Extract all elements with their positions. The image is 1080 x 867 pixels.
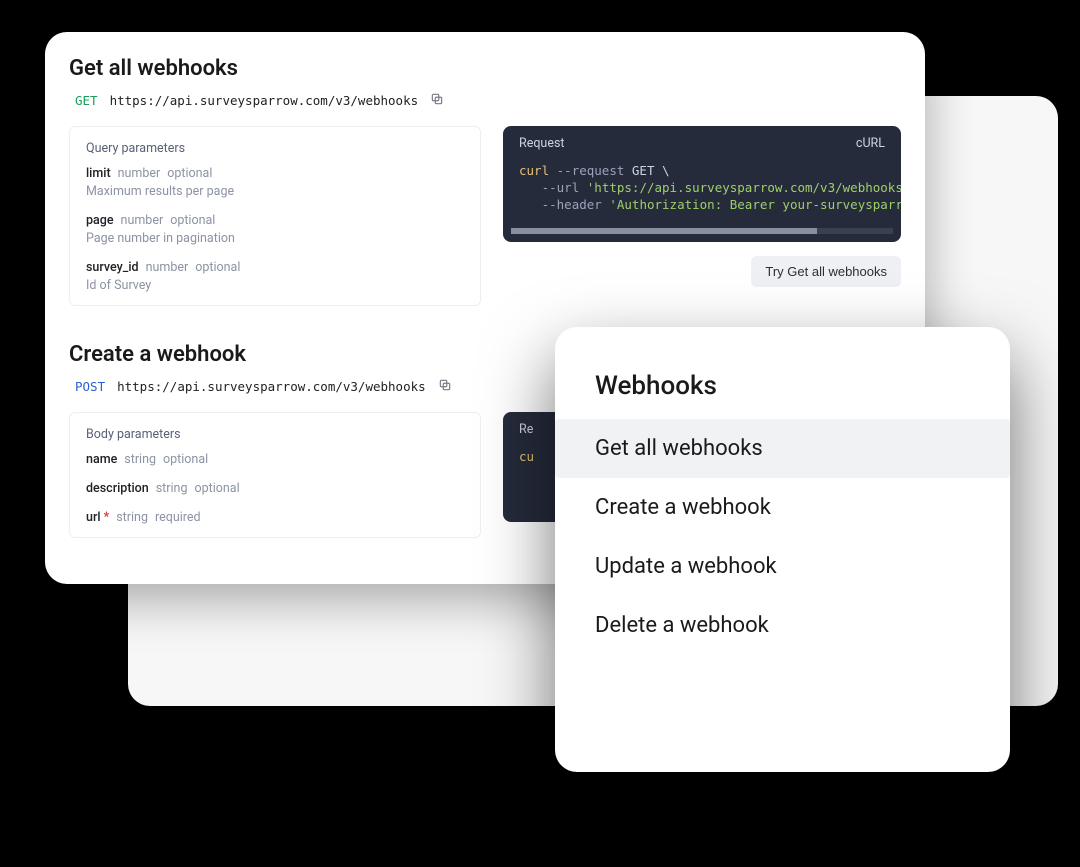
- param-name: name string optional: [86, 452, 464, 467]
- copy-icon[interactable]: [430, 91, 444, 110]
- param-required: required: [155, 510, 201, 525]
- try-endpoint-button[interactable]: Try Get all webhooks: [751, 256, 901, 287]
- code-token: GET \: [632, 163, 670, 178]
- code-token: --header: [542, 197, 602, 212]
- param-limit: limit number optional Maximum results pe…: [86, 166, 464, 199]
- param-required: optional: [163, 452, 208, 467]
- http-method-badge: GET: [75, 93, 98, 108]
- param-name: page: [86, 213, 114, 228]
- param-type: number: [118, 166, 161, 181]
- code-body: curl --request GET \ --url 'https: [503, 163, 901, 228]
- request-label: Request: [519, 136, 565, 151]
- param-type: string: [124, 452, 156, 467]
- section-get-all-webhooks: Get all webhooks GET https://api.surveys…: [69, 56, 901, 306]
- endpoint-url: https://api.surveysparrow.com/v3/webhook…: [110, 93, 419, 108]
- param-name: description: [86, 481, 149, 496]
- copy-icon[interactable]: [438, 377, 452, 396]
- request-language[interactable]: cURL: [856, 136, 885, 151]
- params-title: Body parameters: [86, 427, 464, 442]
- param-type: number: [146, 260, 189, 275]
- nav-card: Webhooks Get all webhooks Create a webho…: [555, 327, 1010, 772]
- param-required: optional: [167, 166, 212, 181]
- code-token: curl: [519, 163, 549, 178]
- param-survey-id: survey_id number optional Id of Survey: [86, 260, 464, 293]
- section-title: Get all webhooks: [69, 56, 901, 81]
- param-required: optional: [195, 260, 240, 275]
- required-asterisk-icon: *: [104, 510, 110, 525]
- param-name: survey_id: [86, 260, 139, 275]
- endpoint-row: GET https://api.surveysparrow.com/v3/web…: [75, 91, 901, 110]
- request-code-box: Request cURL curl --request GET \: [503, 126, 901, 242]
- nav-heading: Webhooks: [555, 371, 1010, 419]
- query-parameters-box: Query parameters limit number optional M…: [69, 126, 481, 306]
- param-name: limit: [86, 166, 111, 181]
- endpoint-url: https://api.surveysparrow.com/v3/webhook…: [117, 379, 426, 394]
- param-description: Maximum results per page: [86, 184, 464, 199]
- nav-item-get-all-webhooks[interactable]: Get all webhooks: [555, 419, 1010, 478]
- param-required: optional: [170, 213, 215, 228]
- horizontal-scrollbar[interactable]: [511, 228, 893, 234]
- param-type: string: [116, 510, 148, 525]
- param-name: url *: [86, 510, 109, 525]
- params-title: Query parameters: [86, 141, 464, 156]
- http-method-badge: POST: [75, 379, 105, 394]
- code-token: --request: [557, 163, 625, 178]
- code-token: 'https://api.surveysparrow.com/v3/webhoo…: [587, 180, 901, 195]
- param-description: Id of Survey: [86, 278, 464, 293]
- code-token: 'Authorization: Bearer your-surveysparro…: [609, 197, 901, 212]
- body-parameters-box: Body parameters name string optional des…: [69, 412, 481, 538]
- nav-item-delete-webhook[interactable]: Delete a webhook: [555, 596, 1010, 655]
- param-page: page number optional Page number in pagi…: [86, 213, 464, 246]
- nav-item-update-webhook[interactable]: Update a webhook: [555, 537, 1010, 596]
- nav-item-create-webhook[interactable]: Create a webhook: [555, 478, 1010, 537]
- param-description: description string optional: [86, 481, 464, 496]
- param-url: url * string required: [86, 510, 464, 525]
- param-name: name: [86, 452, 117, 467]
- request-label: Re: [519, 422, 533, 437]
- param-type: number: [121, 213, 164, 228]
- param-required: optional: [194, 481, 239, 496]
- param-type: string: [156, 481, 188, 496]
- code-token: cu: [519, 449, 534, 464]
- param-description: Page number in pagination: [86, 231, 464, 246]
- code-token: --url: [542, 180, 580, 195]
